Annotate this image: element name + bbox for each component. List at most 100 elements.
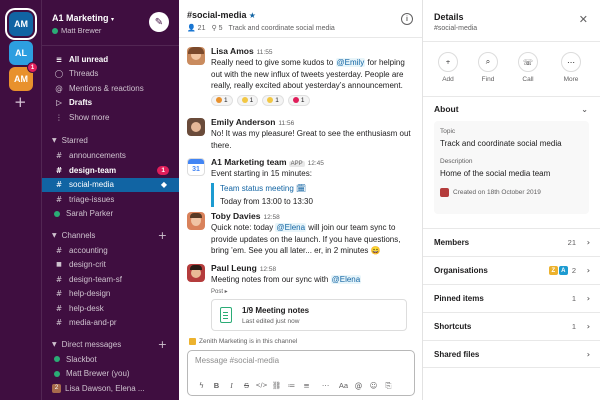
mention[interactable]: @Emily: [335, 58, 366, 67]
message-header: Lisa Amos 11:55: [211, 46, 417, 56]
compose-icon[interactable]: ✎: [149, 12, 169, 32]
link-icon[interactable]: ⛓: [269, 379, 284, 392]
sidebar-item-mentions[interactable]: @ Mentions & reactions: [42, 81, 179, 96]
channel-topic[interactable]: Track and coordinate social media: [228, 25, 334, 32]
message[interactable]: Lisa Amos 11:55 Really need to give some …: [187, 46, 417, 106]
sidebar-item-sarah-parker[interactable]: Sarah Parker: [42, 207, 179, 222]
about-section-toggle[interactable]: About ⌄: [423, 97, 600, 121]
topic-value[interactable]: Track and coordinate social media: [440, 139, 583, 148]
add-dm-icon[interactable]: +: [158, 338, 167, 351]
author-name[interactable]: Emily Anderson: [211, 117, 275, 127]
timestamp[interactable]: 11:55: [257, 49, 273, 56]
sidebar-item-help-design[interactable]: # help-design: [42, 287, 179, 302]
avatar[interactable]: [187, 212, 205, 230]
workspace-a1-marketing[interactable]: AM: [9, 12, 33, 36]
mention-icon[interactable]: @: [351, 379, 366, 392]
avatar[interactable]: [187, 118, 205, 136]
channel-name[interactable]: #social-media: [187, 10, 247, 20]
chevron-right-icon: ›: [586, 266, 590, 275]
sidebar-item-accounting[interactable]: # accounting: [42, 243, 179, 258]
author-name[interactable]: A1 Marketing team: [211, 157, 287, 167]
mention[interactable]: @Elena: [275, 223, 307, 232]
attach-icon[interactable]: ⎘: [381, 379, 396, 392]
reaction[interactable]: 1: [287, 94, 310, 106]
add-channel-icon[interactable]: +: [158, 229, 167, 242]
bold-button[interactable]: B: [209, 379, 224, 392]
pins-count[interactable]: ⚲ 5: [211, 24, 222, 32]
shortcuts-icon[interactable]: ϟ: [194, 379, 209, 392]
author-name[interactable]: Lisa Amos: [211, 46, 254, 56]
sidebar-item-social-media[interactable]: # social-media ◆: [42, 177, 179, 192]
avatar[interactable]: [187, 47, 205, 65]
document-icon: [220, 306, 232, 323]
sidebar-item-triage-issues[interactable]: # triage-issues: [42, 192, 179, 207]
section-direct-messages[interactable]: ▼ Direct messages +: [42, 336, 179, 352]
sidebar-item-design-team[interactable]: # design-team 1: [42, 163, 179, 178]
add-workspace-icon[interactable]: +: [14, 93, 27, 111]
sidebar-item-announcements[interactable]: # announcements: [42, 149, 179, 164]
reaction-emoji-icon: [216, 97, 222, 103]
details-row-pinned[interactable]: Pinned items 1 ›: [423, 284, 600, 312]
sidebar-item-media-and-pr[interactable]: # media-and-pr: [42, 316, 179, 331]
sidebar-item-threads[interactable]: ◯ Threads: [42, 67, 179, 82]
call-button[interactable]: ☏ Call: [513, 52, 543, 83]
format-icon[interactable]: Aa: [336, 379, 351, 392]
post-card[interactable]: 1/9 Meeting notes Last edited just now: [211, 298, 407, 331]
author-name[interactable]: Paul Leung: [211, 263, 257, 273]
italic-button[interactable]: I: [224, 379, 239, 392]
message[interactable]: Paul Leung 12:58 Meeting notes from our s…: [187, 263, 417, 331]
calendar-app-icon[interactable]: 31: [187, 158, 205, 176]
workspace-header[interactable]: A1 Marketing ▾ Matt Brewer ✎: [42, 0, 179, 46]
avatar[interactable]: [187, 264, 205, 282]
more-button[interactable]: ⋯ More: [556, 52, 586, 83]
description-value[interactable]: Home of the social media team: [440, 169, 583, 178]
sidebar-item-all-unread[interactable]: ≡ All unread: [42, 52, 179, 67]
mention[interactable]: @Elena: [330, 275, 362, 284]
sidebar-item-design-crit[interactable]: ■ design-crit: [42, 258, 179, 273]
workspace-am[interactable]: AM 1: [9, 62, 38, 91]
ordered-list-icon[interactable]: ≔: [284, 379, 299, 392]
message[interactable]: Emily Anderson 11:56 No! It was my pleasu…: [187, 117, 417, 151]
author-name[interactable]: Toby Davies: [211, 211, 260, 221]
star-icon[interactable]: ★: [249, 11, 256, 20]
details-row-members[interactable]: Members 21 ›: [423, 228, 600, 256]
strikethrough-button[interactable]: S: [239, 379, 254, 392]
reaction[interactable]: 1: [262, 94, 284, 106]
details-row-organisations[interactable]: Organisations Z A 2 ›: [423, 256, 600, 284]
dm-slackbot[interactable]: Slackbot: [42, 352, 179, 367]
more-icon[interactable]: ⋯: [318, 379, 333, 392]
bulleted-list-icon[interactable]: ≡: [299, 379, 314, 392]
message-text: Quick note: today @Elena will join our t…: [211, 222, 417, 257]
sidebar-item-help-desk[interactable]: # help-desk: [42, 301, 179, 316]
workspace-al[interactable]: AL: [9, 41, 33, 65]
details-row-shared-files[interactable]: Shared files ›: [423, 340, 600, 368]
add-button[interactable]: + Add: [433, 52, 463, 83]
emoji-icon[interactable]: ☺: [366, 379, 381, 392]
action-label: Find: [481, 76, 495, 83]
timestamp[interactable]: 12:58: [263, 214, 279, 221]
members-count[interactable]: 👤 21: [187, 24, 205, 32]
dm-group[interactable]: 2 Lisa Dawson, Elena ...: [42, 381, 179, 396]
section-starred[interactable]: ▼ Starred: [42, 133, 179, 149]
timestamp[interactable]: 11:56: [278, 120, 294, 127]
find-button[interactable]: ⌕ Find: [473, 52, 503, 83]
sidebar-item-show-more[interactable]: ⋮ Show more: [42, 110, 179, 125]
sidebar-item-design-team-sf[interactable]: # design-team-sf: [42, 272, 179, 287]
section-channels[interactable]: ▼ Channels +: [42, 227, 179, 243]
sidebar-item-label: Sarah Parker: [66, 209, 114, 219]
message-text-part: Meeting notes from our sync with: [211, 275, 331, 284]
info-icon[interactable]: i: [401, 13, 413, 25]
reaction[interactable]: 1: [211, 94, 233, 106]
message-input[interactable]: [195, 356, 405, 365]
code-button[interactable]: </>: [254, 379, 269, 392]
timestamp[interactable]: 12:58: [260, 266, 276, 273]
reaction[interactable]: 1: [236, 94, 259, 106]
message[interactable]: 31 A1 Marketing team APP 12:45 Event start…: [187, 157, 417, 207]
timestamp[interactable]: 12:45: [308, 160, 324, 167]
dm-matt-brewer[interactable]: Matt Brewer (you): [42, 367, 179, 382]
event-link[interactable]: Team status meeting 🗓: [220, 183, 417, 195]
details-row-shortcuts[interactable]: Shortcuts 1 ›: [423, 312, 600, 340]
message[interactable]: Toby Davies 12:58 Quick note: today @Elen…: [187, 211, 417, 257]
sidebar-item-drafts[interactable]: ▷ Drafts: [42, 96, 179, 111]
close-icon[interactable]: ✕: [579, 13, 588, 26]
